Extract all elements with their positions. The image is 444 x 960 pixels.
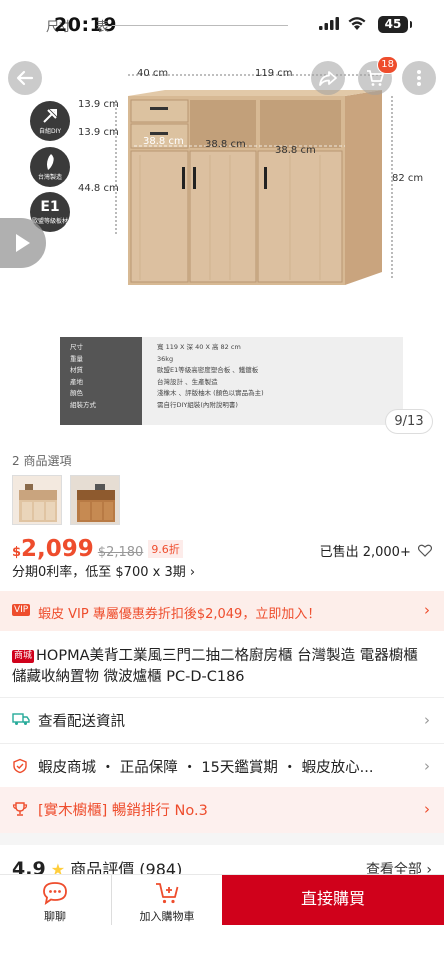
play-icon: [16, 234, 30, 252]
chevron-right-icon: ›: [424, 757, 430, 775]
option-image-2: [71, 476, 119, 524]
chat-button[interactable]: 聊聊: [0, 875, 110, 925]
more-button[interactable]: [402, 61, 436, 95]
battery-indicator: 45: [378, 16, 412, 33]
dim-drawer1: 13.9 cm: [78, 99, 119, 110]
cart-button[interactable]: 18: [358, 56, 398, 95]
spec-key: 組裝方式: [70, 400, 96, 409]
chevron-right-icon: ›: [424, 711, 430, 729]
spec-key: 顏色: [70, 389, 83, 397]
vip-banner[interactable]: VIP 蝦皮 VIP 專屬優惠券折扣後$2,049，立即加入！ ›: [0, 591, 444, 631]
truck-icon: [12, 713, 30, 725]
option-thumbnail-1[interactable]: [12, 475, 62, 525]
dim-drawer2: 13.9 cm: [78, 127, 119, 138]
add-cart-icon: [156, 883, 179, 904]
dim-height: 82 cm: [392, 173, 424, 184]
dim-width: 119 cm: [255, 68, 293, 79]
e1-text: E1: [40, 199, 60, 215]
made-in-taiwan-label: 台灣製造: [37, 174, 62, 181]
add-to-cart-button[interactable]: 加入購物車: [111, 875, 222, 925]
sold-count: 已售出 2,000+: [319, 541, 433, 560]
more-vertical-icon: [417, 70, 421, 86]
options-label: 2 商品選項: [12, 454, 72, 468]
dim-shelf2: 38.8 cm: [205, 139, 246, 150]
current-price: 2,099: [21, 536, 94, 562]
share-icon: [319, 71, 337, 86]
spec-table: 尺寸 重量 材質 產地 顏色 組裝方式 寬 119 X 深 40 X 高 82 …: [60, 337, 403, 425]
mall-tag: 商城: [12, 650, 35, 663]
discount-badge: 9.6折: [148, 540, 183, 558]
price-row: $2,099 $2,180 9.6折 已售出 2,000+: [12, 536, 433, 562]
section-gap: [0, 833, 444, 845]
chat-label: 聊聊: [44, 910, 66, 923]
back-button[interactable]: [8, 61, 42, 95]
cart-count-badge: 18: [377, 56, 398, 74]
spec-key: 產地: [70, 377, 83, 386]
product-title-text: HOPMA美背工業風三門二抽二格廚房櫃 台灣製造 電器櫥櫃 儲藏收納置物 微波爐…: [12, 648, 418, 685]
spec-key: 尺寸: [70, 343, 83, 351]
ranking-label: [實木櫥櫃] 暢銷排行 No.3: [38, 803, 208, 819]
diy-badge-label: 自組DIY: [38, 128, 62, 135]
image-counter: 9/13: [385, 409, 433, 434]
status-ghost-text-2: 表: [96, 20, 110, 35]
original-price: $2,180: [97, 545, 144, 560]
guarantee-label: 蝦皮商城 ・ 正品保障 ・ 15天鑑賞期 ・ 蝦皮放心...: [38, 760, 374, 776]
option-thumbnail-2[interactable]: [70, 475, 120, 525]
spec-keys: 尺寸 重量 材質 產地 顏色 組裝方式: [70, 342, 393, 411]
shipping-info-row[interactable]: 查看配送資訊 ›: [0, 697, 444, 743]
dim-shelf3: 38.8 cm: [275, 145, 316, 156]
product-title: 商城 HOPMA美背工業風三門二抽二格廚房櫃 台灣製造 電器櫥櫃 儲藏收納置物 微…: [12, 646, 432, 688]
status-divider: [112, 25, 288, 26]
installment-info[interactable]: 分期0利率，低至 $700 x 3期 ›: [12, 561, 195, 580]
dim-door-height: 44.8 cm: [78, 183, 119, 194]
chevron-right-icon: ›: [424, 800, 430, 818]
vip-text: 蝦皮 VIP 專屬優惠券折扣後$2,049，立即加入！: [38, 607, 321, 622]
diy-badge: 自組DIY: [30, 101, 70, 141]
signal-icon: [319, 17, 339, 30]
spec-key: 重量: [70, 354, 83, 363]
currency-symbol: $: [12, 545, 22, 560]
dim-shelf1: 38.8 cm: [143, 136, 184, 147]
spec-key: 材質: [70, 366, 83, 374]
bottom-action-bar: 聊聊 加入購物車 直接購買: [0, 874, 444, 960]
chat-icon: [43, 882, 67, 905]
shipping-info-label: 查看配送資訊: [38, 714, 125, 730]
status-bar: 尺寸 20:19 表 45: [0, 0, 444, 48]
dim-depth: 40 cm: [137, 68, 169, 79]
tools-icon: [43, 109, 57, 123]
add-to-cart-label: 加入購物車: [139, 910, 195, 923]
ranking-row[interactable]: [實木櫥櫃] 暢銷排行 No.3 ›: [0, 787, 444, 833]
arrow-left-icon: [16, 70, 34, 86]
option-image-1: [13, 476, 61, 524]
taiwan-icon: [47, 154, 54, 170]
heart-icon[interactable]: [417, 544, 433, 557]
shield-check-icon: [13, 758, 27, 774]
wifi-icon: [348, 17, 366, 30]
made-in-taiwan-badge: 台灣製造: [30, 147, 70, 187]
sold-count-text: 已售出 2,000+: [319, 545, 411, 560]
chevron-right-icon: ›: [424, 601, 430, 619]
vip-tag: VIP: [12, 604, 31, 616]
guarantee-row[interactable]: 蝦皮商城 ・ 正品保障 ・ 15天鑑賞期 ・ 蝦皮放心... ›: [0, 743, 444, 789]
buy-now-button[interactable]: 直接購買: [222, 875, 444, 925]
product-image-gallery[interactable]: 40 cm 119 cm 13.9 cm 13.9 cm 44.8 cm 82 …: [0, 0, 444, 440]
share-button[interactable]: [311, 61, 345, 95]
trophy-icon: [12, 802, 28, 816]
